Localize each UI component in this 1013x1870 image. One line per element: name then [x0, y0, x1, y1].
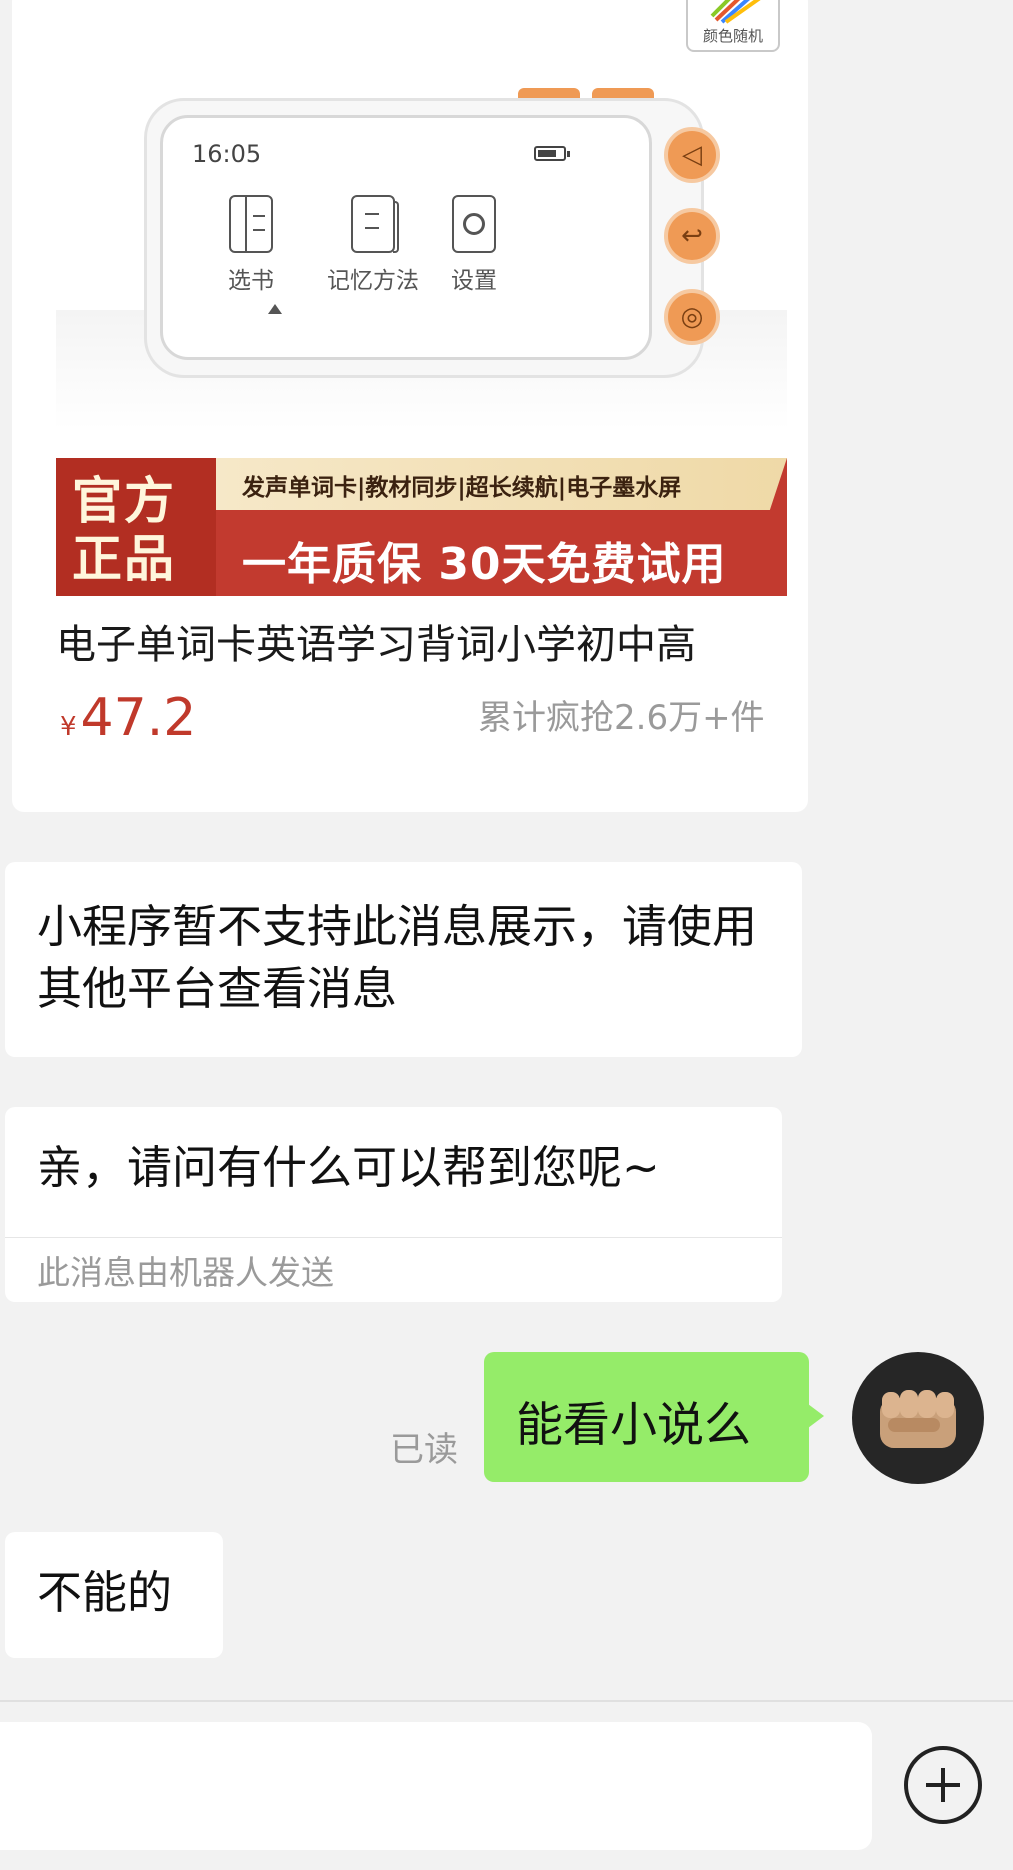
product-title[interactable]: 电子单词卡英语学习背词小学初中高 — [56, 612, 796, 670]
message-bubble-reply[interactable]: 不能的 — [5, 1532, 223, 1658]
message-text: 不能的 — [37, 1566, 173, 1619]
color-tag-label: 颜色随机 — [702, 27, 763, 45]
settings-icon — [452, 195, 496, 253]
banner-features: 发声单词卡|教材同步|超长续航|电子墨水屏 — [242, 475, 682, 501]
product-price: ¥47.2 — [60, 688, 196, 748]
robot-note: 此消息由机器人发送 — [37, 1253, 334, 1292]
battery-icon — [534, 146, 570, 161]
device-menu-item-book: 选书 — [206, 195, 296, 295]
selection-caret-icon — [268, 304, 282, 314]
plus-circle-icon[interactable] — [904, 1746, 982, 1824]
colored-pencils-icon — [710, 0, 761, 24]
my-message-bubble[interactable]: 能看小说么 — [484, 1352, 809, 1482]
power-icon: ◎ — [664, 289, 720, 345]
bubble-tail — [808, 1404, 824, 1428]
notebook-icon — [351, 195, 399, 253]
book-icon — [229, 195, 273, 253]
official-badge-text: 官方正品 — [72, 472, 176, 588]
price-value: 47.2 — [80, 688, 197, 748]
device-menu-label: 设置 — [451, 268, 497, 294]
price-currency: ¥ — [60, 712, 77, 742]
product-image[interactable]: 颜色随机 16:05 选书 记忆方法 设置 ◁ ↩ ◎ 官方正品 发声单词卡|教… — [56, 0, 787, 596]
back-icon: ↩ — [664, 208, 720, 264]
message-divider — [5, 1237, 782, 1238]
device-menu-item-memory: 记忆方法 — [318, 195, 428, 295]
message-text: 小程序暂不支持此消息展示，请使用其他平台查看消息 — [37, 900, 758, 1015]
banner-slogan: 一年质保 30天免费试用 — [242, 539, 727, 590]
device-menu-item-settings: 设置 — [429, 195, 519, 295]
message-bubble-greeting[interactable]: 亲，请问有什么可以帮到您呢~ 此消息由机器人发送 — [5, 1107, 782, 1302]
input-divider — [0, 1700, 1013, 1702]
promo-banner: 官方正品 发声单词卡|教材同步|超长续航|电子墨水屏 一年质保 30天免费试用 — [56, 458, 787, 596]
device-menu-label: 选书 — [228, 268, 274, 294]
color-random-tag: 颜色随机 — [686, 0, 780, 52]
read-status: 已读 — [390, 1430, 458, 1470]
message-bubble-unsupported[interactable]: 小程序暂不支持此消息展示，请使用其他平台查看消息 — [5, 862, 802, 1057]
message-text: 亲，请问有什么可以帮到您呢~ — [37, 1141, 660, 1194]
device-top-button — [518, 88, 580, 98]
device-menu-label: 记忆方法 — [327, 268, 419, 294]
official-badge: 官方正品 — [56, 458, 216, 596]
product-card[interactable]: 颜色随机 16:05 选书 记忆方法 设置 ◁ ↩ ◎ 官方正品 发声单词卡|教… — [12, 0, 808, 812]
fist-icon — [880, 1390, 956, 1448]
avatar[interactable] — [852, 1352, 984, 1484]
message-input[interactable] — [0, 1722, 872, 1850]
sold-count: 累计疯抢2.6万+件 — [478, 698, 765, 738]
device-top-button — [592, 88, 654, 98]
speaker-icon: ◁ — [664, 127, 720, 183]
message-text: 能看小说么 — [516, 1398, 751, 1453]
device-time: 16:05 — [192, 140, 262, 168]
